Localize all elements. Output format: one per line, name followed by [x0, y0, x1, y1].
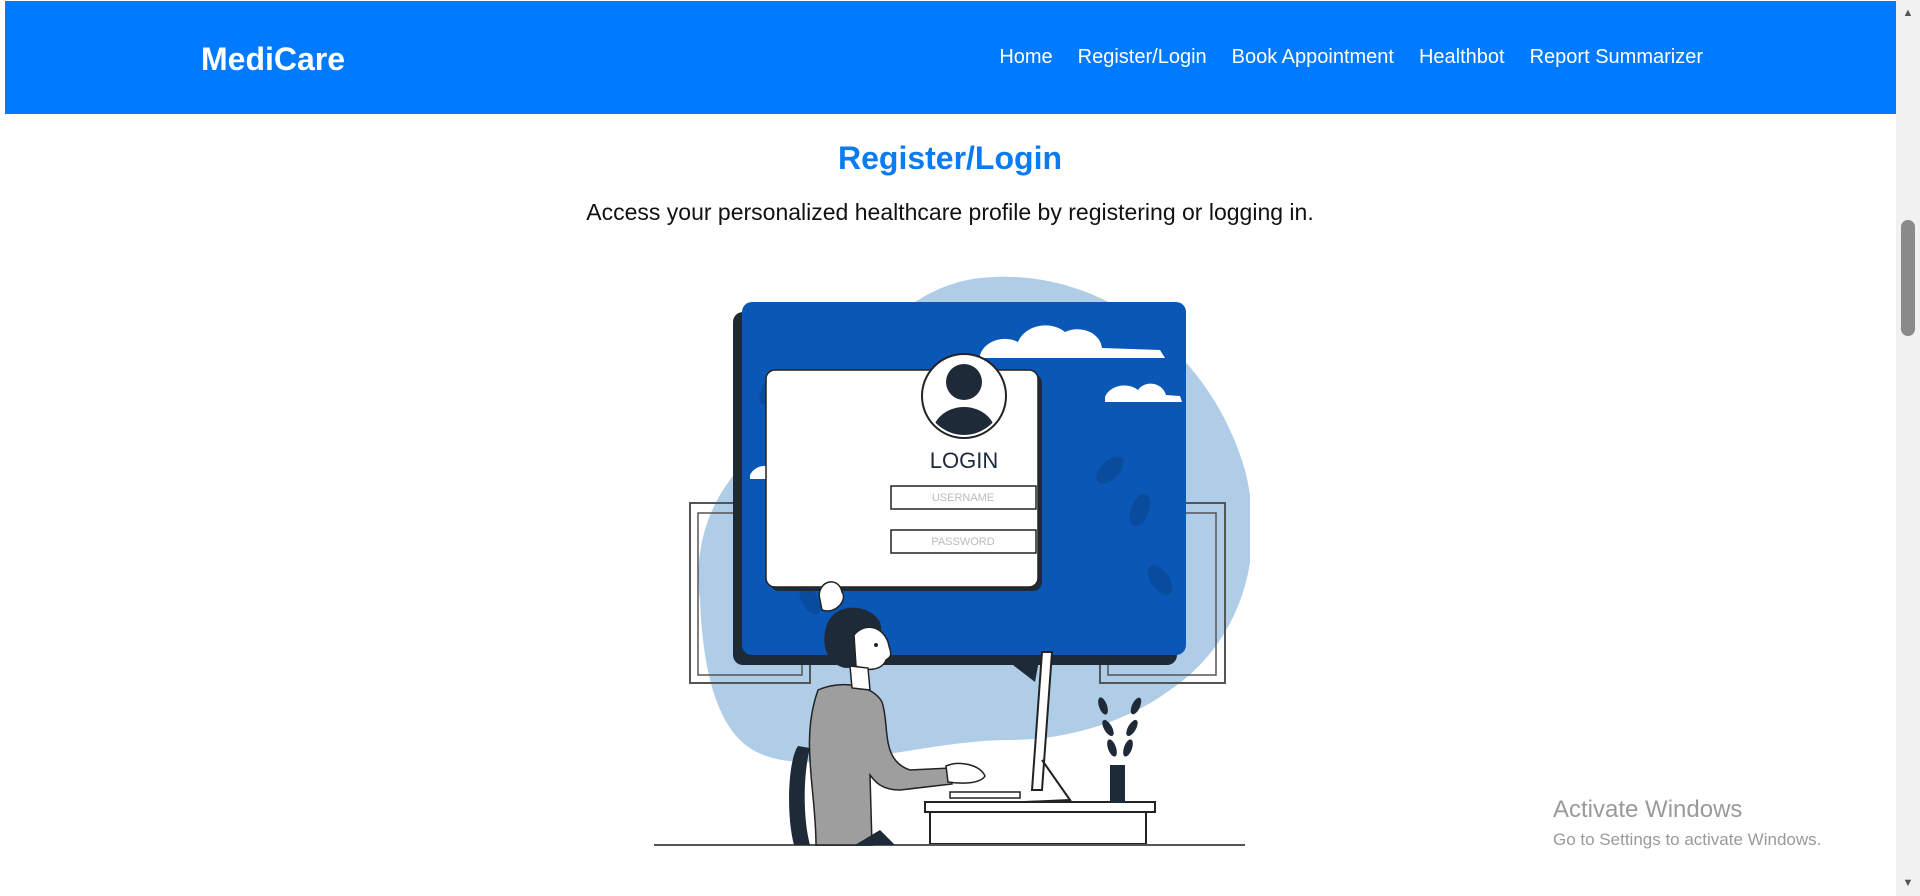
vertical-scrollbar[interactable]: ▲ ▼	[1896, 0, 1920, 896]
nav-link-healthbot[interactable]: Healthbot	[1419, 46, 1505, 69]
scrollbar-thumb[interactable]	[1901, 220, 1915, 336]
password-placeholder: PASSWORD	[931, 536, 994, 548]
scroll-up-arrow-icon[interactable]: ▲	[1896, 4, 1920, 22]
watermark-subtitle: Go to Settings to activate Windows.	[1553, 830, 1822, 849]
nav-links: Home Register/Login Book Appointment Hea…	[999, 46, 1703, 69]
page-title: Register/Login	[837, 140, 1062, 176]
login-heading: LOGIN	[930, 448, 998, 473]
watermark-title: Activate Windows	[1553, 796, 1743, 823]
nav-link-report-summarizer[interactable]: Report Summarizer	[1530, 46, 1703, 69]
username-placeholder: USERNAME	[932, 492, 994, 504]
page-subtitle: Access your personalized healthcare prof…	[586, 199, 1314, 225]
desk-drawer	[929, 811, 1147, 845]
login-illustration: LOGIN USERNAME PASSWORD	[654, 276, 1250, 846]
plant-pot	[1110, 765, 1125, 803]
nav-link-home[interactable]: Home	[999, 46, 1052, 69]
nav-link-book-appointment[interactable]: Book Appointment	[1232, 46, 1394, 69]
keyboard	[949, 791, 1021, 799]
nav-link-register-login[interactable]: Register/Login	[1078, 46, 1207, 69]
activate-windows-watermark: Activate Windows Go to Settings to activ…	[1553, 796, 1821, 850]
person-hand	[945, 762, 986, 784]
page: MediCare Home Register/Login Book Appoin…	[0, 0, 1896, 896]
desk-top	[924, 801, 1156, 813]
brand-logo[interactable]: MediCare	[201, 41, 345, 78]
scroll-down-arrow-icon[interactable]: ▼	[1896, 874, 1920, 892]
navbar: MediCare Home Register/Login Book Appoin…	[5, 1, 1896, 114]
